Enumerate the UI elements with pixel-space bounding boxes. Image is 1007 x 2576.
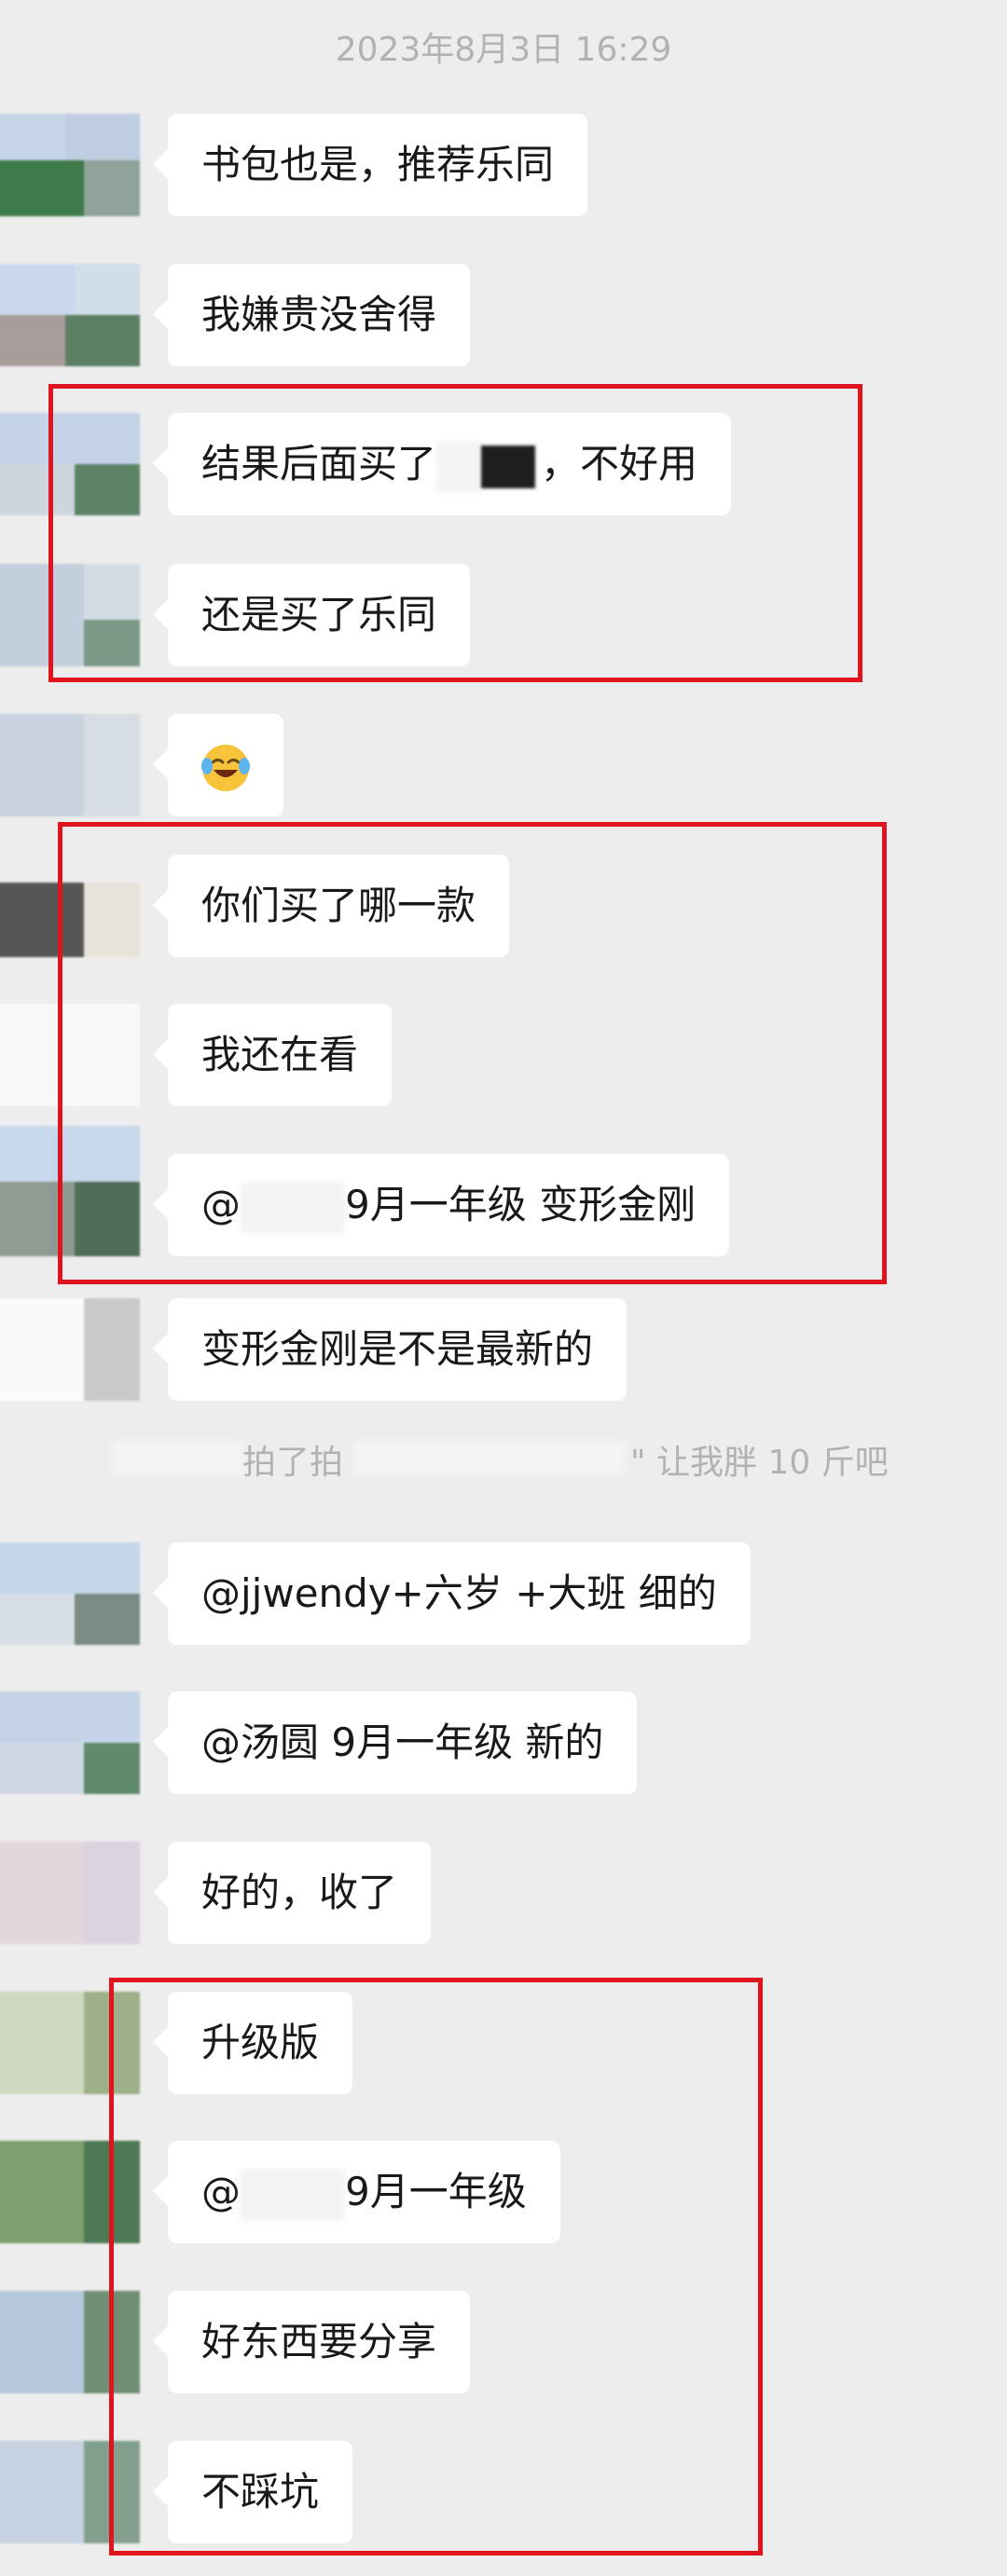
message-bubble[interactable]: 好的，收了 bbox=[152, 1842, 432, 1944]
avatar[interactable] bbox=[0, 114, 140, 216]
avatar[interactable] bbox=[0, 1542, 140, 1645]
highlight-box bbox=[109, 1978, 763, 2555]
avatar[interactable] bbox=[0, 264, 140, 366]
crying-laughing-emoji bbox=[201, 744, 250, 791]
message-bubble[interactable]: 我嫌贵没舍得 bbox=[152, 264, 471, 366]
redacted-name bbox=[112, 1441, 242, 1474]
message-bubble[interactable]: @汤圆 9月一年级 新的 bbox=[152, 1692, 638, 1794]
message-bubble[interactable]: @jjwendy+六岁 +大班 细的 bbox=[153, 1542, 751, 1645]
highlight-box bbox=[48, 384, 862, 682]
highlight-box bbox=[58, 822, 887, 1284]
avatar[interactable] bbox=[0, 1692, 140, 1794]
avatar[interactable] bbox=[0, 1842, 140, 1944]
redacted-name bbox=[354, 1441, 625, 1474]
message-bubble[interactable]: 变形金刚是不是最新的 bbox=[152, 1298, 628, 1401]
message-bubble[interactable]: 书包也是，推荐乐同 bbox=[152, 114, 588, 216]
avatar[interactable] bbox=[0, 714, 140, 816]
message-bubble[interactable] bbox=[153, 714, 283, 816]
chat-timestamp: 2023年8月3日 16:29 bbox=[335, 31, 672, 69]
avatar[interactable] bbox=[0, 1298, 140, 1401]
